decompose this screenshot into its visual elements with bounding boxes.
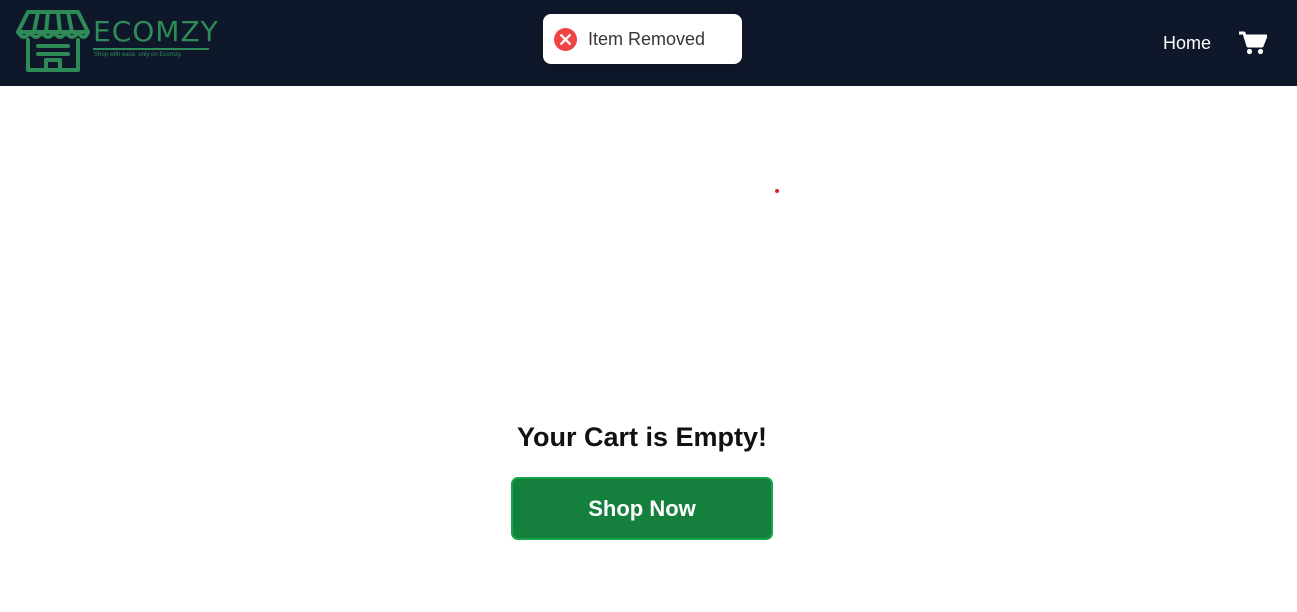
nav-home-link[interactable]: Home xyxy=(1163,33,1211,54)
loader-dot xyxy=(775,189,779,193)
empty-cart-title: Your Cart is Empty! xyxy=(516,422,768,452)
storefront-icon xyxy=(16,10,90,72)
shop-now-button[interactable]: Shop Now xyxy=(511,477,773,540)
toast-message: Item Removed xyxy=(588,28,706,49)
toast-notification: Item Removed xyxy=(543,14,742,64)
brand-name: ECOMZY xyxy=(93,15,219,48)
cart-link[interactable] xyxy=(1239,31,1267,55)
nav-links: Home xyxy=(1163,0,1267,86)
brand-logo[interactable]: ECOMZY Shop with ease, only on Ecomzy. xyxy=(16,10,219,74)
empty-cart-section: Your Cart is Empty! Shop Now xyxy=(511,420,773,540)
shopping-cart-icon xyxy=(1239,31,1267,55)
brand-underline xyxy=(93,48,209,50)
error-x-icon xyxy=(554,27,577,51)
brand-tagline: Shop with ease, only on Ecomzy. xyxy=(94,52,182,58)
